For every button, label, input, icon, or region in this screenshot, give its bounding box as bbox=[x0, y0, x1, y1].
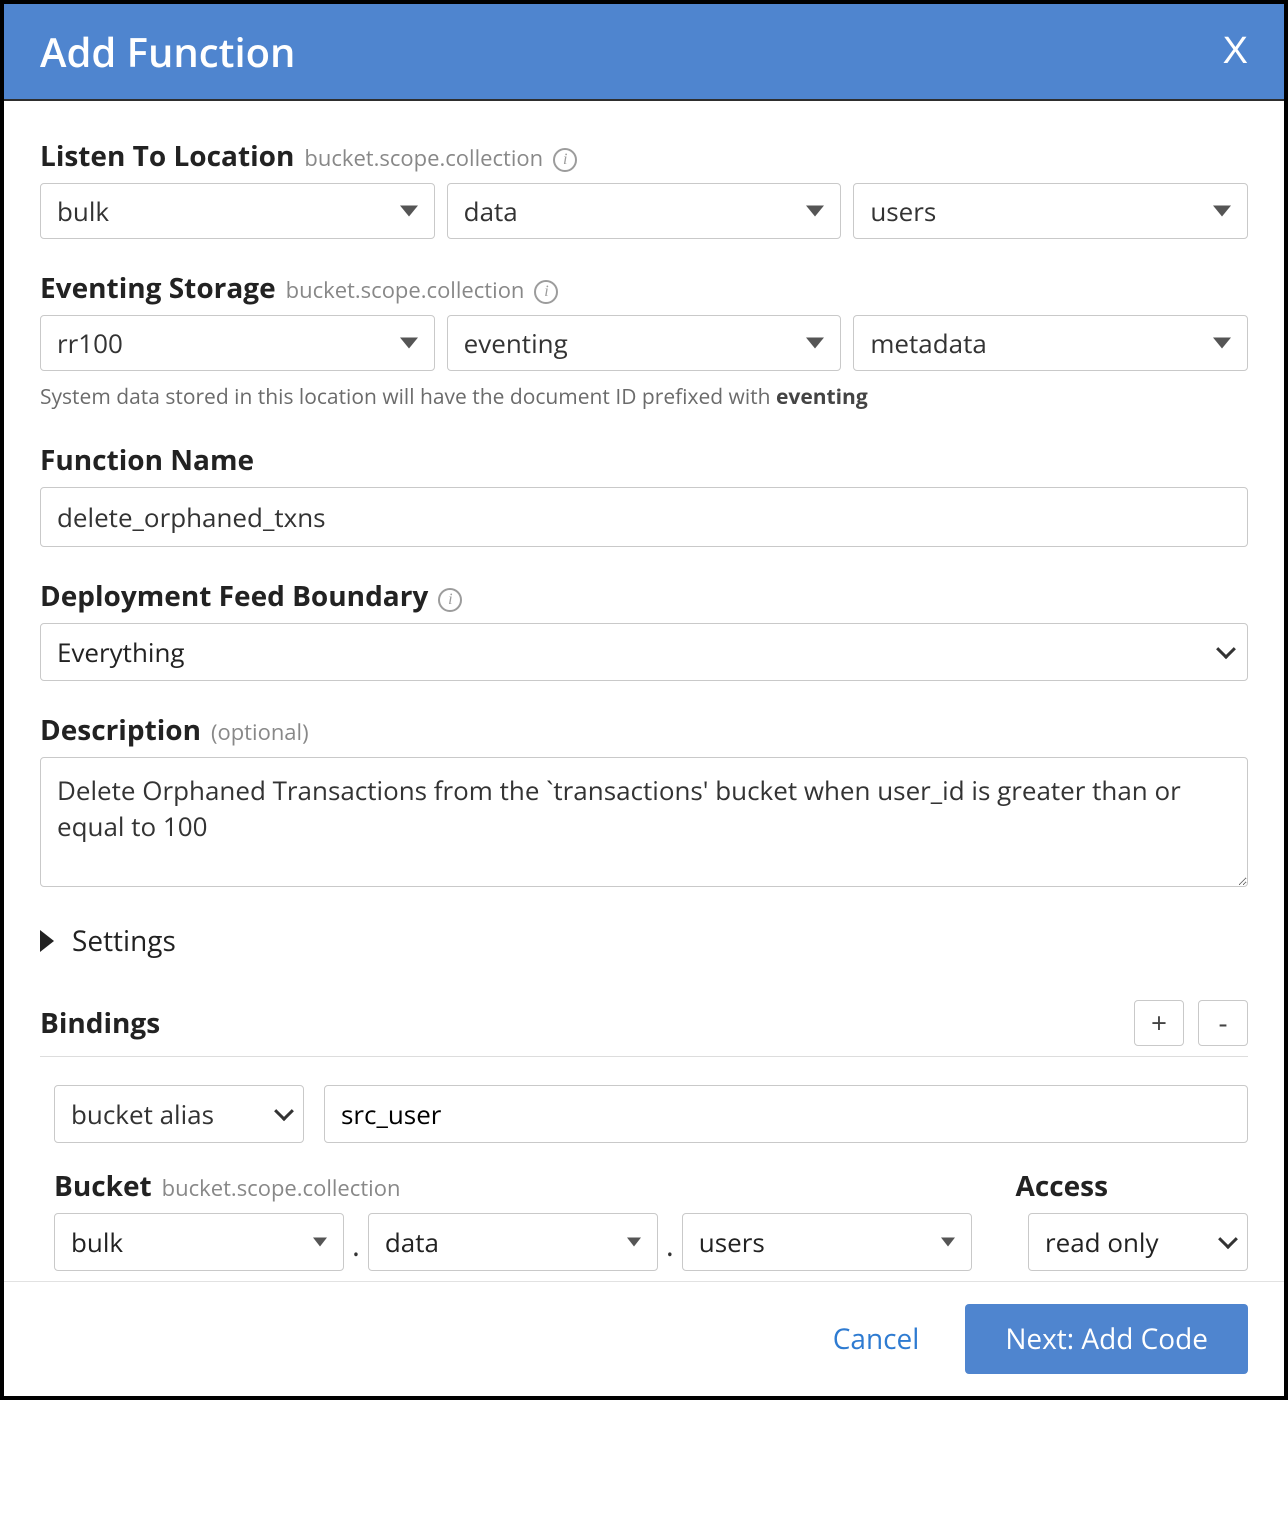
chevron-down-icon bbox=[1213, 206, 1231, 217]
dot-separator: . bbox=[658, 1224, 682, 1271]
listen-bucket-value: bulk bbox=[57, 193, 109, 229]
add-function-dialog: Add Function X Listen To Location bucket… bbox=[0, 0, 1288, 1400]
chevron-down-icon bbox=[941, 1238, 955, 1247]
chevron-down-icon bbox=[313, 1238, 327, 1247]
function-name-section: Function Name bbox=[40, 441, 1248, 547]
chevron-down-icon bbox=[1218, 1229, 1238, 1249]
binding-access-select[interactable]: read only bbox=[1028, 1213, 1248, 1271]
chevron-down-icon bbox=[400, 206, 418, 217]
binding-scope-value: data bbox=[385, 1224, 439, 1260]
storage-label: Eventing Storage bbox=[40, 269, 276, 307]
bindings-header: Bindings + - bbox=[40, 1000, 1248, 1057]
close-icon[interactable]: X bbox=[1223, 30, 1248, 73]
listen-collection-value: users bbox=[870, 193, 936, 229]
cancel-button[interactable]: Cancel bbox=[827, 1319, 926, 1359]
listen-scope-value: data bbox=[464, 193, 518, 229]
feed-boundary-value: Everything bbox=[57, 634, 185, 670]
settings-label: Settings bbox=[72, 922, 176, 960]
chevron-down-icon bbox=[1213, 338, 1231, 349]
storage-hint-text: System data stored in this location will… bbox=[40, 383, 776, 411]
function-name-label: Function Name bbox=[40, 441, 254, 479]
description-section: Description (optional) Delete Orphaned T… bbox=[40, 711, 1248, 892]
chevron-down-icon bbox=[274, 1101, 294, 1121]
binding-alias-input[interactable] bbox=[324, 1085, 1248, 1143]
storage-bucket-value: rr100 bbox=[57, 325, 123, 361]
chevron-down-icon bbox=[400, 338, 418, 349]
chevron-down-icon bbox=[806, 338, 824, 349]
next-add-code-button[interactable]: Next: Add Code bbox=[965, 1304, 1248, 1374]
binding-bucket-label: Bucket bbox=[54, 1167, 152, 1205]
listen-scope-select[interactable]: data bbox=[447, 183, 842, 239]
listen-sublabel: bucket.scope.collection bbox=[304, 143, 543, 173]
info-icon[interactable]: i bbox=[553, 148, 577, 172]
storage-scope-select[interactable]: eventing bbox=[447, 315, 842, 371]
storage-hint-bold: eventing bbox=[776, 383, 868, 411]
dot-separator: . bbox=[344, 1224, 368, 1271]
settings-toggle[interactable]: Settings bbox=[40, 922, 1248, 960]
description-optional: (optional) bbox=[211, 717, 309, 747]
binding-item: bucket alias Bucket bucket.scope.collect… bbox=[40, 1085, 1248, 1271]
chevron-down-icon bbox=[806, 206, 824, 217]
binding-type-value: bucket alias bbox=[71, 1096, 214, 1132]
binding-scope-select[interactable]: data bbox=[368, 1213, 658, 1271]
dialog-title: Add Function bbox=[40, 24, 295, 79]
binding-access-value: read only bbox=[1045, 1224, 1159, 1260]
description-textarea[interactable]: Delete Orphaned Transactions from the `t… bbox=[40, 757, 1248, 887]
listen-collection-select[interactable]: users bbox=[853, 183, 1248, 239]
storage-collection-select[interactable]: metadata bbox=[853, 315, 1248, 371]
remove-binding-button[interactable]: - bbox=[1198, 1000, 1248, 1046]
chevron-down-icon bbox=[627, 1238, 641, 1247]
function-name-input[interactable] bbox=[40, 487, 1248, 547]
description-label: Description bbox=[40, 711, 201, 749]
storage-hint: System data stored in this location will… bbox=[40, 383, 1248, 411]
binding-bucket-select[interactable]: bulk bbox=[54, 1213, 344, 1271]
binding-type-select[interactable]: bucket alias bbox=[54, 1085, 304, 1143]
feed-boundary-label: Deployment Feed Boundary bbox=[40, 577, 428, 615]
binding-bucket-value: bulk bbox=[71, 1224, 123, 1260]
binding-access-label: Access bbox=[1016, 1167, 1109, 1205]
listen-section: Listen To Location bucket.scope.collecti… bbox=[40, 137, 1248, 239]
triangle-right-icon bbox=[40, 930, 54, 952]
storage-bucket-select[interactable]: rr100 bbox=[40, 315, 435, 371]
binding-collection-value: users bbox=[699, 1224, 765, 1260]
storage-sublabel: bucket.scope.collection bbox=[286, 275, 525, 305]
feed-boundary-select[interactable]: Everything bbox=[40, 623, 1248, 681]
add-binding-button[interactable]: + bbox=[1134, 1000, 1184, 1046]
dialog-header: Add Function X bbox=[4, 4, 1284, 101]
dialog-body: Listen To Location bucket.scope.collecti… bbox=[4, 101, 1284, 1281]
info-icon[interactable]: i bbox=[438, 588, 462, 612]
listen-bucket-select[interactable]: bulk bbox=[40, 183, 435, 239]
listen-label: Listen To Location bbox=[40, 137, 294, 175]
binding-collection-select[interactable]: users bbox=[682, 1213, 972, 1271]
info-icon[interactable]: i bbox=[534, 280, 558, 304]
storage-collection-value: metadata bbox=[870, 325, 986, 361]
storage-section: Eventing Storage bucket.scope.collection… bbox=[40, 269, 1248, 411]
bindings-label: Bindings bbox=[40, 1004, 160, 1042]
binding-bucket-sub: bucket.scope.collection bbox=[162, 1173, 401, 1203]
feed-boundary-section: Deployment Feed Boundary i Everything bbox=[40, 577, 1248, 681]
storage-scope-value: eventing bbox=[464, 325, 568, 361]
dialog-footer: Cancel Next: Add Code bbox=[4, 1281, 1284, 1396]
chevron-down-icon bbox=[1216, 639, 1236, 659]
